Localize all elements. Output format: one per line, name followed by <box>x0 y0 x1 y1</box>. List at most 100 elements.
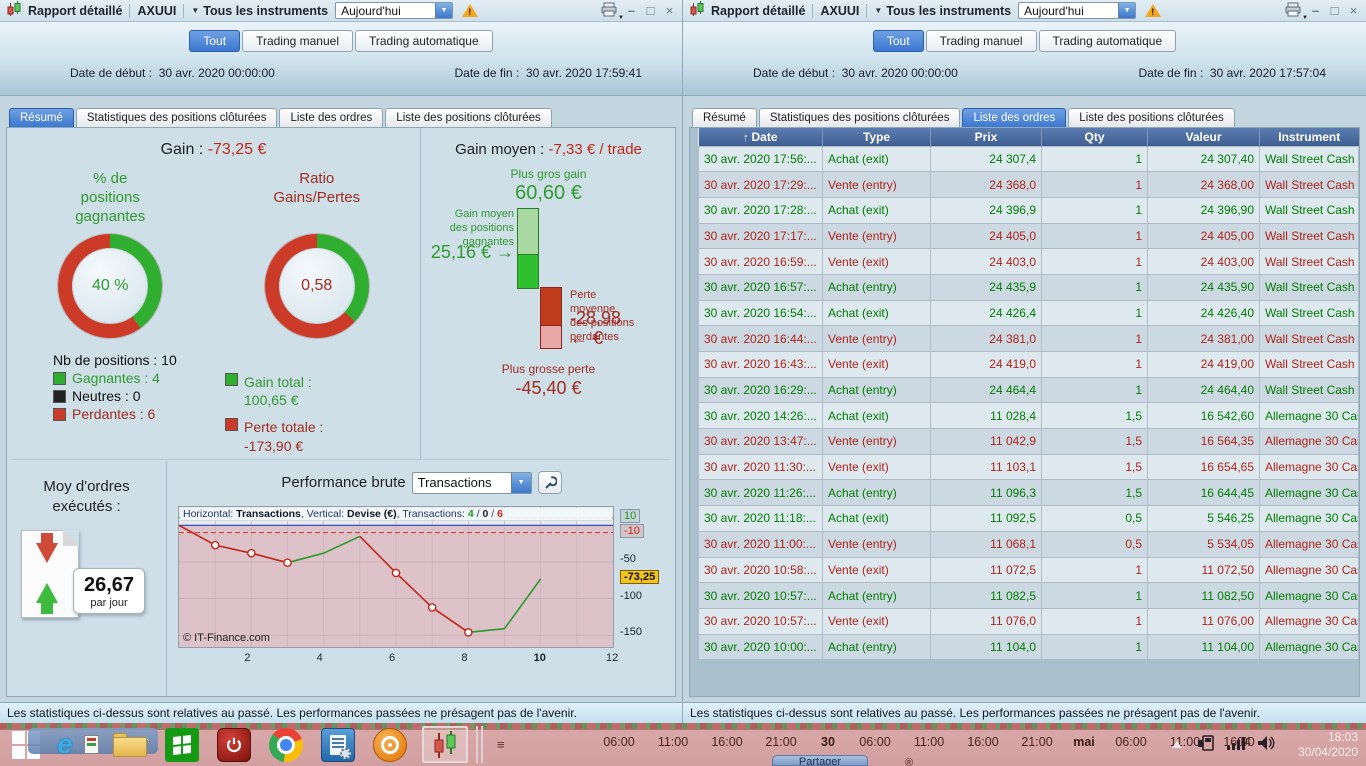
taskbar-item-prorealtime[interactable] <box>416 723 474 766</box>
show-hidden-icons[interactable] <box>1172 741 1182 748</box>
avg-gain-value: 25,16 € → <box>430 242 514 263</box>
order-cell: 11 096,3 <box>930 479 1042 507</box>
internet-explorer-icon: e <box>57 729 73 759</box>
filter-button-trading-automatique[interactable]: Trading automatique <box>355 30 493 52</box>
order-cell: Vente (exit) <box>822 556 931 584</box>
close-button[interactable]: × <box>1347 4 1360 17</box>
order-cell: Achat (exit) <box>822 145 931 173</box>
candlestick-app-icon <box>6 1 21 20</box>
period-select[interactable]: Aujourd'hui ▼ <box>1018 2 1137 19</box>
taskbar-item-internet-explorer[interactable]: e <box>52 723 78 766</box>
order-cell: 24 419,0 <box>930 351 1042 378</box>
performance-axis-select[interactable]: Transactions ▼ <box>411 471 532 494</box>
chrome-icon <box>269 727 303 762</box>
order-cell: 30 avr. 2020 11:00:... <box>698 530 823 558</box>
order-row[interactable]: 30 avr. 2020 13:47:... Vente (entry) 11 04… <box>698 428 1359 455</box>
column-header-type[interactable]: Type <box>822 128 931 146</box>
order-row[interactable]: 30 avr. 2020 11:18:... Achat (exit) 11 092… <box>698 505 1359 532</box>
taskbar-item-settings-wheel[interactable] <box>364 723 416 766</box>
filter-button-trading-manuel[interactable]: Trading manuel <box>242 30 353 52</box>
order-row[interactable]: 30 avr. 2020 16:43:... Vente (exit) 24 419… <box>698 351 1359 378</box>
order-cell: Allemagne 30 Cash ... <box>1259 556 1359 584</box>
taskbar-item-windows-store[interactable] <box>156 723 208 766</box>
filter-button-tout[interactable]: Tout <box>189 30 241 52</box>
order-row[interactable]: 30 avr. 2020 11:30:... Vente (exit) 11 103… <box>698 453 1359 481</box>
filter-button-trading-manuel[interactable]: Trading manuel <box>925 30 1037 52</box>
tab-statistiques-des-positions-cl-tur-es[interactable]: Statistiques des positions clôturées <box>758 108 961 127</box>
instruments-dropdown[interactable]: ▼ Tous les instruments <box>191 4 328 18</box>
tab-statistiques-des-positions-cl-tur-es[interactable]: Statistiques des positions clôturées <box>75 108 278 127</box>
battery-icon[interactable] <box>1197 735 1217 754</box>
order-cell: Wall Street Cash (1€) <box>1259 325 1359 352</box>
order-row[interactable]: 30 avr. 2020 17:29:... Vente (entry) 24 36… <box>698 171 1359 198</box>
column-header-prix[interactable]: Prix <box>930 128 1042 146</box>
taskbar-item-task-manager[interactable] <box>312 723 364 766</box>
order-cell: Achat (entry) <box>822 376 931 404</box>
chevron-down-icon: ▼ <box>618 14 624 21</box>
order-row[interactable]: 30 avr. 2020 16:57:... Achat (entry) 24 43… <box>698 273 1359 301</box>
desktop: Rapport détaillé AXUUI ▼ Tous les instrum… <box>0 0 1366 766</box>
taskbar-item-file-explorer[interactable] <box>104 723 156 766</box>
order-cell: 30 avr. 2020 17:56:... <box>698 145 823 173</box>
order-row[interactable]: 30 avr. 2020 10:57:... Achat (entry) 11 08… <box>698 582 1359 609</box>
print-button[interactable]: ▼ <box>1284 2 1308 21</box>
column-header-valeur[interactable]: Valeur <box>1147 128 1260 146</box>
maximize-button[interactable]: □ <box>644 4 657 17</box>
speaker-icon[interactable] <box>1257 735 1277 754</box>
print-button[interactable]: ▼ <box>600 2 624 21</box>
order-row[interactable]: 30 avr. 2020 17:56:... Achat (exit) 24 307… <box>698 145 1359 173</box>
taskbar-menu-icon[interactable]: ≡ <box>497 737 505 752</box>
orders-table-header[interactable]: ↑ Date Type Prix Qty Valeur Instrument <box>698 128 1359 146</box>
performance-chart-plot[interactable]: Horizontal: Transactions, Vertical: Devi… <box>178 506 614 648</box>
taskbar-item-power[interactable] <box>208 723 260 766</box>
order-row[interactable]: 30 avr. 2020 11:26:... Achat (entry) 11 09… <box>698 479 1359 507</box>
y-tick: -150 <box>620 626 643 639</box>
partager-button[interactable]: Partager <box>772 755 868 766</box>
order-cell: 24 405,00 <box>1147 222 1260 250</box>
filter-button-trading-automatique[interactable]: Trading automatique <box>1038 30 1177 52</box>
order-row[interactable]: 30 avr. 2020 11:00:... Vente (entry) 11 06… <box>698 530 1359 558</box>
order-row[interactable]: 30 avr. 2020 16:54:... Achat (exit) 24 426… <box>698 299 1359 327</box>
instruments-dropdown[interactable]: ▼ Tous les instruments <box>874 4 1011 18</box>
tab-liste-des-positions-cl-tur-es[interactable]: Liste des positions clôturées <box>385 108 552 127</box>
taskbar-item-chrome[interactable] <box>260 723 312 766</box>
clock[interactable]: 18:03 30/04/2020 <box>1286 730 1358 760</box>
column-header-date[interactable]: ↑ Date <box>698 128 823 146</box>
order-row[interactable]: 30 avr. 2020 10:00:... Achat (entry) 11 10… <box>698 633 1359 661</box>
tab-liste-des-ordres[interactable]: Liste des ordres <box>279 108 384 127</box>
order-row[interactable]: 30 avr. 2020 10:57:... Vente (exit) 11 076… <box>698 607 1359 635</box>
gain-total-line: Gain : -73,25 € <box>160 141 267 158</box>
order-cell: Wall Street Cash (1€) <box>1259 351 1359 378</box>
tab-liste-des-positions-cl-tur-es[interactable]: Liste des positions clôturées <box>1068 108 1235 127</box>
order-cell: 16 542,60 <box>1147 402 1260 430</box>
wheel-icon <box>373 727 407 762</box>
tab-r-sum-[interactable]: Résumé <box>692 108 757 127</box>
window-title: Rapport détaillé <box>28 3 123 18</box>
filter-button-tout[interactable]: Tout <box>872 30 924 52</box>
date-end: Date de fin : 30 avr. 2020 17:59:41 <box>454 66 643 80</box>
up-arrow-icon <box>36 583 58 614</box>
period-select[interactable]: Aujourd'hui ▼ <box>335 2 454 19</box>
order-row[interactable]: 30 avr. 2020 16:29:... Achat (entry) 24 46… <box>698 376 1359 404</box>
chart-settings-button[interactable] <box>537 471 562 494</box>
column-header-qty[interactable]: Qty <box>1041 128 1148 146</box>
order-row[interactable]: 30 avr. 2020 14:26:... Achat (exit) 11 028… <box>698 402 1359 430</box>
close-button[interactable]: × <box>663 4 676 17</box>
maximize-button[interactable]: □ <box>1328 4 1341 17</box>
taskbar-item-notes[interactable] <box>78 723 104 766</box>
order-row[interactable]: 30 avr. 2020 17:28:... Achat (exit) 24 396… <box>698 196 1359 224</box>
order-cell: 24 403,0 <box>930 248 1042 275</box>
network-signal-icon[interactable] <box>1226 735 1248 754</box>
order-cell: 11 082,5 <box>930 582 1042 609</box>
order-row[interactable]: 30 avr. 2020 16:59:... Vente (exit) 24 403… <box>698 248 1359 275</box>
order-row[interactable]: 30 avr. 2020 10:58:... Vente (exit) 11 072… <box>698 556 1359 584</box>
tab-liste-des-ordres[interactable]: Liste des ordres <box>962 108 1067 127</box>
divider <box>129 3 131 18</box>
tab-r-sum-[interactable]: Résumé <box>9 108 74 127</box>
column-header-instrument[interactable]: Instrument <box>1259 128 1359 146</box>
minimize-button[interactable]: – <box>1309 4 1322 17</box>
minimize-button[interactable]: – <box>625 4 638 17</box>
order-row[interactable]: 30 avr. 2020 16:44:... Vente (entry) 24 38… <box>698 325 1359 352</box>
order-row[interactable]: 30 avr. 2020 17:17:... Vente (entry) 24 40… <box>698 222 1359 250</box>
taskbar-grip[interactable] <box>476 726 483 763</box>
